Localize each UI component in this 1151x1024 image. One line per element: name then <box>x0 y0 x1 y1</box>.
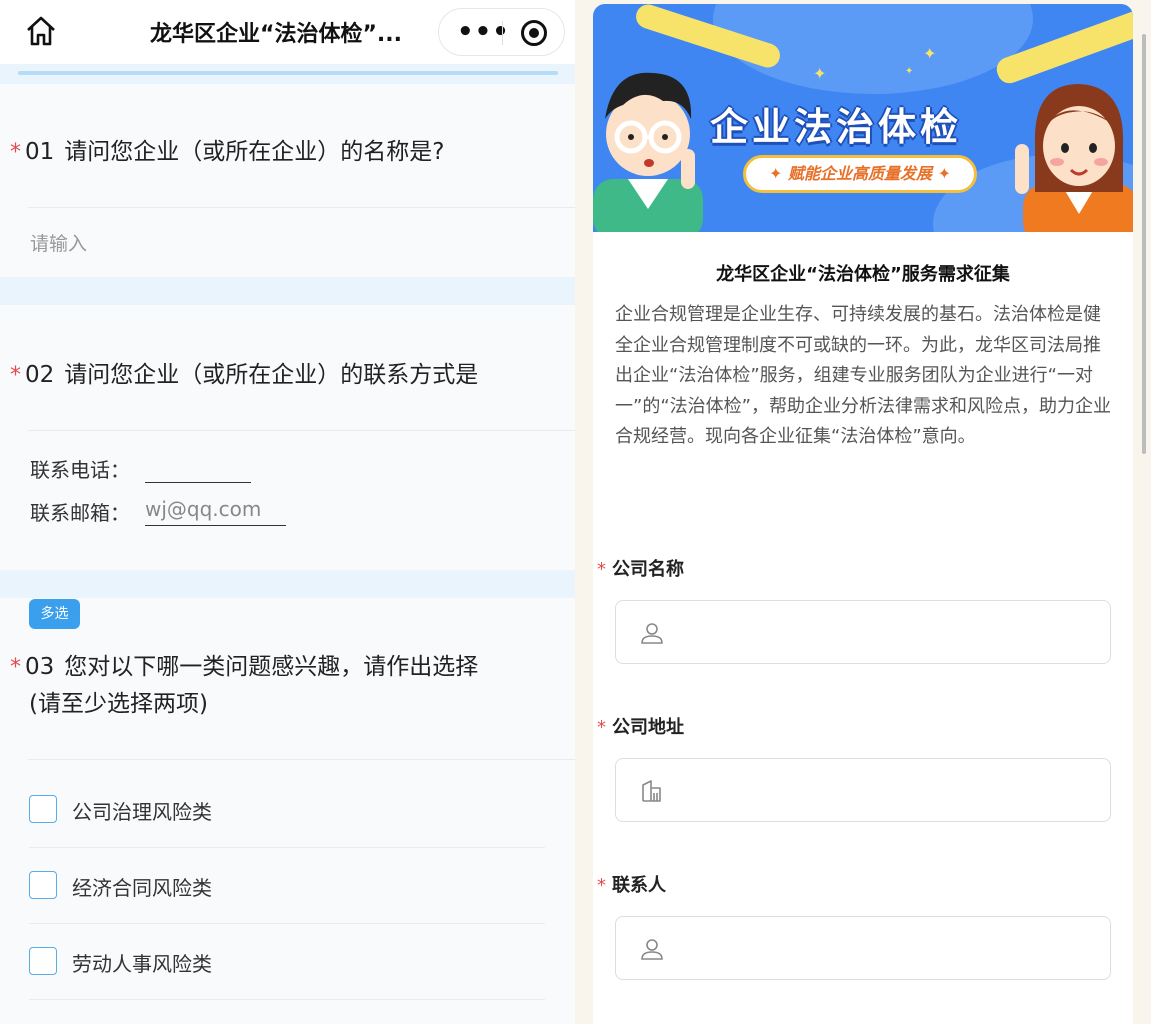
progress-line <box>18 71 558 75</box>
field-label-text: 联系人 <box>612 875 666 896</box>
close-miniprogram-icon[interactable] <box>521 20 547 46</box>
form-intro: 企业合规管理是企业生存、可持续发展的基石。法治体检是健全企业合规管理制度不可或缺… <box>615 304 1111 447</box>
field-label-text: 公司地址 <box>612 717 684 738</box>
divider <box>29 999 545 1000</box>
question-1-title: * 01 请问您企业（或所在企业）的名称是? <box>10 134 445 171</box>
field-label-text: 公司名称 <box>612 559 684 580</box>
option-item[interactable]: 经济合同风险类 <box>29 848 545 924</box>
email-input[interactable]: wj@qq.com <box>145 497 261 521</box>
checkbox[interactable] <box>29 871 57 899</box>
building-icon <box>642 780 661 802</box>
phone-input[interactable] <box>145 482 251 483</box>
divider <box>28 759 575 760</box>
form-title: 龙华区企业“法治体检”服务需求征集 <box>716 264 1010 285</box>
required-mark: * <box>597 875 606 896</box>
person-icon <box>641 939 663 960</box>
option-label: 劳动人事风险类 <box>72 952 212 976</box>
required-mark: * <box>10 655 21 680</box>
required-mark: * <box>597 717 606 738</box>
question-number: 03 <box>25 654 55 680</box>
sparkle-icon: ✦ <box>923 44 937 63</box>
home-icon[interactable] <box>24 14 58 48</box>
question-number: 02 <box>25 362 55 388</box>
banner-slogan: ✦ 赋能企业高质量发展 ✦ <box>743 155 977 193</box>
question-text: 您对以下哪一类问题感兴趣，请作出选择 <box>64 654 479 680</box>
multi-select-badge: 多选 <box>29 599 80 629</box>
required-mark: * <box>10 363 21 388</box>
option-label: 公司治理风险类 <box>72 800 212 824</box>
question-3-subtitle: (请至少选择两项) <box>29 691 208 717</box>
nav-bar: 龙华区企业“法治体检”... ••• <box>0 0 575 64</box>
field-label-company-name: * 公司名称 <box>597 555 684 581</box>
survey-panel: 龙华区企业“法治体检”... ••• * 01 请问您企业（或所在企业）的名称是? … <box>0 0 575 1024</box>
sparkle-icon: ✦ <box>905 66 914 77</box>
question-2-title: * 02 请问您企业（或所在企业）的联系方式是 <box>10 357 478 394</box>
field-label-company-address: * 公司地址 <box>597 713 684 739</box>
question-3-title: * 03 您对以下哪一类问题感兴趣，请作出选择 <box>10 649 478 686</box>
checkbox[interactable] <box>29 947 57 975</box>
option-item[interactable]: 劳动人事风险类 <box>29 924 545 1000</box>
required-mark: * <box>10 140 21 165</box>
email-label: 联系邮箱： <box>30 501 130 525</box>
person-icon <box>641 623 663 644</box>
phone-label: 联系电话： <box>30 458 130 482</box>
contact-person-field[interactable] <box>615 916 1111 980</box>
email-underline <box>145 525 286 526</box>
sparkle-icon: ✦ <box>813 64 827 83</box>
section-band <box>0 277 575 305</box>
option-item[interactable]: 公司治理风险类 <box>29 772 545 848</box>
girl-illustration <box>1015 84 1133 232</box>
slogan-text: 赋能企业高质量发展 <box>787 164 932 183</box>
question-number: 01 <box>25 139 55 165</box>
option-label: 经济合同风险类 <box>72 876 212 900</box>
required-mark: * <box>597 559 606 580</box>
company-name-input[interactable]: 请输入 <box>30 229 87 256</box>
banner-headline: 企业法治体检 <box>710 105 963 149</box>
field-label-contact-person: * 联系人 <box>597 871 666 897</box>
page-title: 龙华区企业“法治体检”... <box>150 22 402 47</box>
capsule-menu: ••• <box>438 8 565 56</box>
banner-image: ✦ ✦ ✦ 企业法治体检 ✦ 赋能企业高质量发展 ✦ <box>593 4 1133 232</box>
section-band <box>0 570 575 598</box>
scrollbar[interactable] <box>1142 34 1146 454</box>
divider <box>28 430 575 431</box>
question-text: 请问您企业（或所在企业）的联系方式是 <box>64 362 479 388</box>
question-text: 请问您企业（或所在企业）的名称是? <box>64 139 445 165</box>
form-panel: ✦ ✦ ✦ 企业法治体检 ✦ 赋能企业高质量发展 ✦ 龙华区企业“法治体检”服务… <box>593 4 1133 1024</box>
company-name-field[interactable] <box>615 600 1111 664</box>
capsule-divider <box>502 21 503 45</box>
company-address-field[interactable] <box>615 758 1111 822</box>
checkbox[interactable] <box>29 795 57 823</box>
divider <box>28 207 575 208</box>
boy-illustration <box>593 72 703 232</box>
